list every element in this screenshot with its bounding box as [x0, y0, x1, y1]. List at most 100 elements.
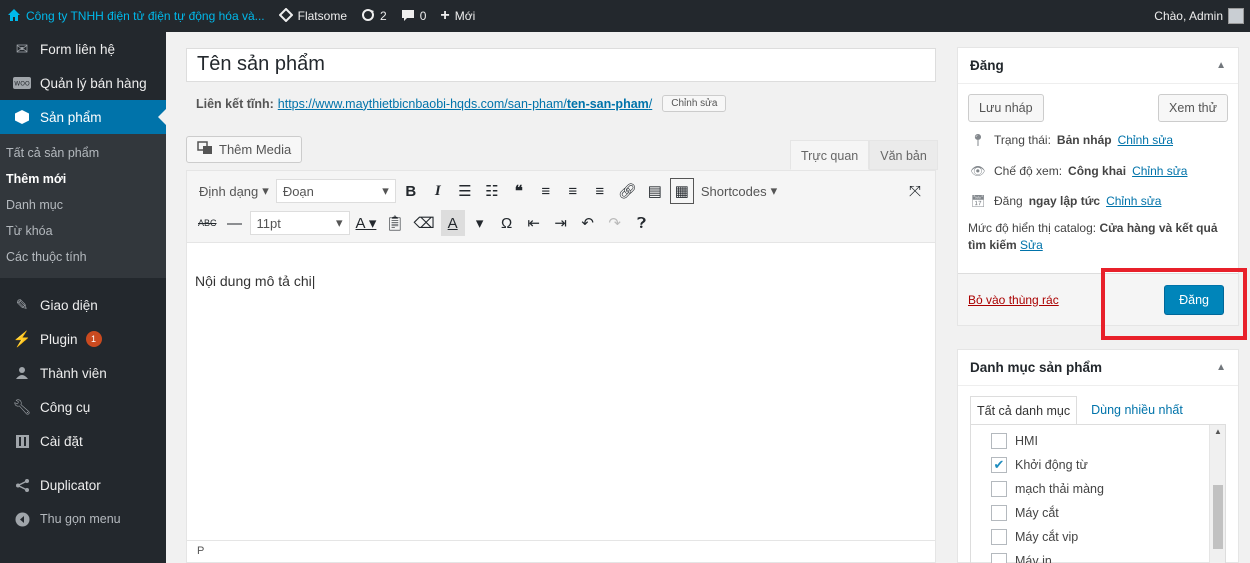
scroll-up-icon[interactable]: ▲ — [1214, 427, 1222, 436]
avatar — [1228, 8, 1244, 24]
help-icon[interactable]: ❓︎ — [630, 210, 654, 236]
edit-visibility-link[interactable]: Chỉnh sửa — [1132, 164, 1187, 178]
menu-plugin[interactable]: ⚡ Plugin 1 — [0, 322, 166, 356]
menu-quan-ly-ban-hang[interactable]: WOO Quản lý bán hàng — [0, 66, 166, 100]
categories-box-title: Danh mục sản phẩm — [970, 360, 1103, 375]
scrollbar-thumb[interactable] — [1213, 485, 1223, 549]
category-item[interactable]: HMI — [991, 429, 1225, 453]
category-item[interactable]: mạch thải màng — [991, 477, 1225, 501]
special-character-icon[interactable]: Ω — [495, 210, 519, 236]
theme-link[interactable]: Flatsome — [272, 0, 354, 32]
bullet-list-icon[interactable]: ☰ — [453, 178, 477, 204]
site-name-link[interactable]: Công ty TNHH điện tử điện tự động hóa và… — [0, 0, 272, 32]
numbered-list-icon[interactable]: ☷ — [480, 178, 504, 204]
category-checkbox-checked[interactable]: ✔ — [991, 457, 1007, 473]
align-center-icon[interactable]: ≡ — [561, 178, 585, 204]
redo-icon[interactable]: ↷ — [603, 210, 627, 236]
comments-link[interactable]: 0 — [394, 0, 434, 32]
account-menu[interactable]: Chào, Admin — [1147, 0, 1250, 32]
align-left-icon[interactable]: ≡ — [534, 178, 558, 204]
preview-button[interactable]: Xem thử — [1158, 94, 1228, 122]
submenu-tags[interactable]: Từ khóa — [0, 218, 166, 244]
category-scrollbar[interactable]: ▲ — [1209, 425, 1225, 563]
edit-catalog-link[interactable]: Sửa — [1020, 238, 1043, 252]
submenu-all-products[interactable]: Tất cả sản phẩm — [0, 140, 166, 166]
dropdown-arrow-icon[interactable]: ▾ — [468, 210, 492, 236]
tab-text[interactable]: Văn bản — [869, 140, 938, 170]
format-menu[interactable]: Định dạng ▾ — [195, 178, 273, 204]
categories-box-header[interactable]: Danh mục sản phẩm ▲ — [958, 350, 1238, 386]
tab-visual[interactable]: Trực quan — [790, 140, 870, 170]
clear-formatting-icon[interactable]: ⌫ — [410, 210, 437, 236]
editor-path-status: P — [187, 540, 935, 562]
permalink-url[interactable]: https://www.maythietbicnbaobi-hqds.com/s… — [278, 97, 652, 111]
move-to-trash-link[interactable]: Bỏ vào thùng rác — [968, 293, 1059, 307]
category-item[interactable]: Máy cắt vip — [991, 525, 1225, 549]
post-title-input[interactable]: Tên sản phẩm — [186, 48, 936, 82]
menu-duplicator[interactable]: Duplicator — [0, 468, 166, 502]
menu-separator — [0, 458, 166, 468]
tab-all-categories[interactable]: Tất cả danh mục — [970, 396, 1078, 424]
background-color-icon[interactable]: A — [440, 210, 465, 236]
updates-link[interactable]: 2 — [354, 0, 394, 32]
publish-actions-top: Lưu nháp Xem thử — [958, 84, 1238, 128]
category-checkbox[interactable] — [991, 553, 1007, 563]
share-icon — [12, 478, 32, 493]
outdent-icon[interactable]: ⇤ — [522, 210, 546, 236]
submenu-add-new[interactable]: Thêm mới — [0, 166, 166, 192]
menu-thanh-vien[interactable]: Thành viên — [0, 356, 166, 390]
submenu-attributes[interactable]: Các thuộc tính — [0, 244, 166, 270]
menu-cai-dat[interactable]: Cài đặt — [0, 424, 166, 458]
strikethrough-icon[interactable]: ABC — [195, 210, 220, 236]
undo-icon[interactable]: ↶ — [576, 210, 600, 236]
category-checkbox[interactable] — [991, 505, 1007, 521]
link-icon[interactable]: 🔗︎ — [615, 178, 640, 204]
menu-giao-dien[interactable]: ✎ Giao diện — [0, 288, 166, 322]
shortcodes-menu[interactable]: Shortcodes ▾ — [697, 178, 781, 204]
edit-date-link[interactable]: Chỉnh sửa — [1106, 194, 1161, 208]
publish-date-value: ngay lập tức — [1028, 194, 1101, 208]
text-color-icon[interactable]: A ▾ — [353, 210, 380, 236]
permalink-label: Liên kết tĩnh: — [196, 96, 274, 111]
category-checklist: HMI ✔ Khởi động từ mạch thải màng Máy cắt… — [970, 424, 1226, 563]
italic-icon[interactable]: I — [426, 178, 450, 204]
horizontal-line-icon[interactable]: — — [223, 210, 247, 236]
read-more-icon[interactable]: ▤ — [643, 178, 667, 204]
toolbar-toggle-icon[interactable]: ▦ — [669, 178, 694, 204]
category-item[interactable]: ✔ Khởi động từ — [991, 453, 1225, 477]
collapse-menu-button[interactable]: Thu gọn menu — [0, 502, 166, 536]
paragraph-select[interactable]: Đoạn ▾ — [275, 179, 396, 203]
publish-box-header[interactable]: Đăng ▲ — [958, 48, 1238, 84]
category-checkbox[interactable] — [991, 529, 1007, 545]
menu-form-lien-he[interactable]: ✉ Form liên hệ — [0, 32, 166, 66]
save-draft-button[interactable]: Lưu nháp — [968, 94, 1044, 122]
publish-box-title: Đăng — [970, 58, 1004, 73]
editor-content-area[interactable]: Nội dung mô tả chi| — [187, 243, 935, 533]
blockquote-icon[interactable]: ❝ — [507, 178, 531, 204]
new-content-link[interactable]: + Mới — [433, 0, 482, 32]
admin-bar: Công ty TNHH điện tử điện tự động hóa và… — [0, 0, 1250, 32]
align-right-icon[interactable]: ≡ — [588, 178, 612, 204]
edit-slug-button[interactable]: Chỉnh sửa — [662, 95, 727, 112]
category-item[interactable]: Máy in — [991, 549, 1225, 563]
eye-icon: 👁︎ — [970, 164, 986, 178]
bold-icon[interactable]: B — [399, 178, 423, 204]
category-checkbox[interactable] — [991, 433, 1007, 449]
edit-status-link[interactable]: Chỉnh sửa — [1118, 133, 1173, 147]
menu-san-pham[interactable]: Sản phẩm — [0, 100, 166, 134]
font-size-select[interactable]: 11pt ▾ — [249, 211, 350, 235]
category-item[interactable]: Máy cắt — [991, 501, 1225, 525]
tab-most-used[interactable]: Dùng nhiều nhất — [1085, 396, 1189, 424]
indent-icon[interactable]: ⇥ — [549, 210, 573, 236]
product-submenu: Tất cả sản phẩm Thêm mới Danh mục Từ khó… — [0, 134, 166, 278]
menu-cong-cu[interactable]: 🔧︎ Công cụ — [0, 390, 166, 424]
settings-icon — [12, 434, 32, 449]
fullscreen-icon[interactable]: ⤧ — [903, 178, 927, 204]
collapse-arrow-icon[interactable]: ▲ — [1216, 362, 1226, 373]
paste-text-icon[interactable]: 📋︎ — [382, 210, 407, 236]
customize-icon — [278, 7, 294, 25]
submenu-categories[interactable]: Danh mục — [0, 192, 166, 218]
collapse-arrow-icon[interactable]: ▲ — [1216, 60, 1226, 71]
category-checkbox[interactable] — [991, 481, 1007, 497]
add-media-button[interactable]: Thêm Media — [186, 136, 303, 163]
